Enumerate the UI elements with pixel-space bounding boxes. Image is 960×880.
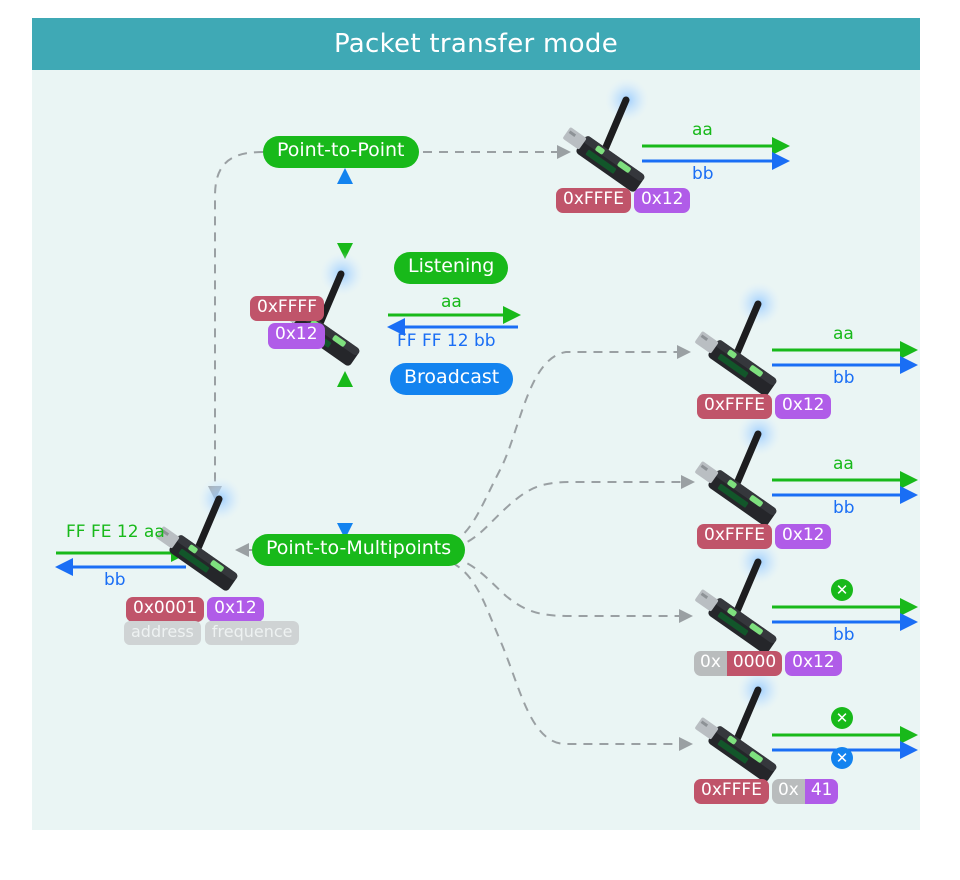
rx-label-multi-2: bb [833,498,855,518]
rx-label-multi-1: bb [833,368,855,388]
frequence-suffix: 41 [804,779,839,805]
address-caption: address [124,621,201,645]
badges-source: 0x0001 0x12 [126,597,264,623]
node-point-to-point[interactable]: Point-to-Point [263,136,419,168]
rx-label-source: bb [104,570,126,590]
address-badge: 0x 0000 [694,651,783,677]
rx-blocked-icon-multi-4: ✕ [831,747,853,769]
badges-p2p-target: 0xFFFE 0x12 [556,188,691,214]
node-listening[interactable]: Listening [394,252,509,284]
frequence-badge: 0x12 [785,651,842,677]
diagram-page: Packet transfer mode Point-to-Point List… [0,0,960,880]
frequence-badge: 0x12 [774,524,832,550]
node-point-to-multipoints[interactable]: Point-to-Multipoints [252,534,466,566]
badges-multi-2: 0xFFFE 0x12 [697,524,832,550]
frequence-prefix: 0x [771,779,805,805]
rx-label-p2p-target: bb [692,164,714,184]
tx-label-multi-1: aa [833,324,854,344]
tx-blocked-icon-multi-4: ✕ [831,707,853,729]
diagram-header: Packet transfer mode [32,18,920,70]
address-badge: 0xFFFE [556,188,631,214]
tx-label-p2p-target: aa [692,120,713,140]
tx-label-source: FF FE 12 aa [66,522,165,542]
tx-label-multi-2: aa [833,454,854,474]
address-badge: 0xFFFE [694,779,769,805]
address-badge: 0xFFFE [697,394,772,420]
captions-source: address frequence [124,621,300,645]
tx-blocked-icon-multi-3: ✕ [831,579,853,601]
badges-listening: 0xFFFF 0x12 [250,296,325,349]
diagram-panel [32,18,920,830]
address-suffix: 0000 [726,651,783,677]
tx-label-listening: aa [441,292,462,312]
address-prefix: 0x [694,651,727,677]
frequence-caption: frequence [204,621,300,645]
address-badge: 0x0001 [126,597,205,623]
page-title: Packet transfer mode [333,29,618,59]
badges-multi-3: 0x 0000 0x12 [694,651,842,677]
frequence-badge: 0x 41 [771,779,839,805]
frequence-badge: 0x12 [774,394,832,420]
rx-label-multi-3: bb [833,625,855,645]
badges-multi-4: 0xFFFE 0x 41 [694,779,839,805]
badges-multi-1: 0xFFFE 0x12 [697,394,832,420]
frequence-badge: 0x12 [268,323,325,349]
frequence-badge: 0x12 [633,188,691,214]
address-badge: 0xFFFF [250,296,324,322]
address-badge: 0xFFFE [697,524,772,550]
frequence-badge: 0x12 [207,597,264,623]
node-broadcast[interactable]: Broadcast [390,363,514,395]
rx-label-listening: FF FF 12 bb [397,331,496,351]
